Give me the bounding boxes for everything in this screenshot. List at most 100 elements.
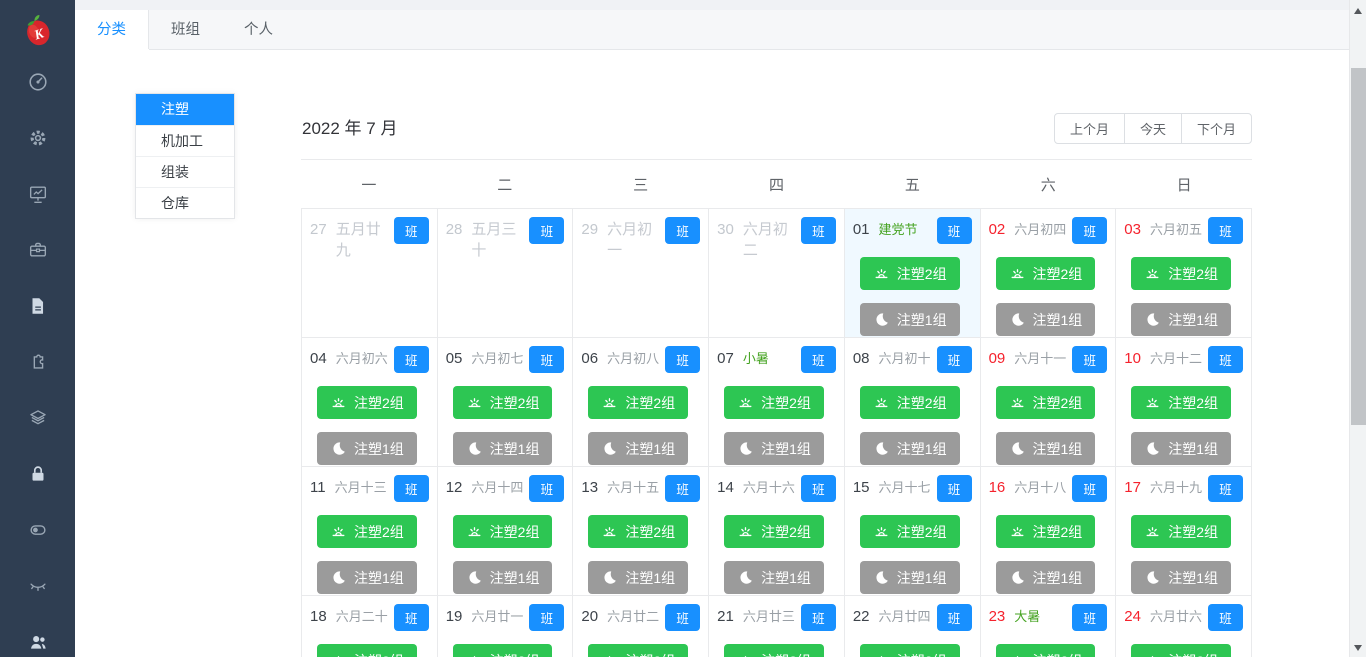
eye-closed-icon[interactable]: [26, 575, 50, 597]
toggle-icon[interactable]: [26, 519, 50, 541]
day-shift-button[interactable]: 注塑2组: [859, 386, 960, 419]
day-shift-button[interactable]: 注塑2组: [995, 257, 1096, 290]
day-shift-button[interactable]: 注塑2组: [1131, 257, 1231, 290]
night-shift-label: 注塑1组: [896, 569, 947, 586]
day-shift-button[interactable]: 注塑2组: [588, 644, 689, 657]
calendar-day-cell[interactable]: 11 六月十三班注塑2组 注塑1组: [302, 467, 438, 596]
day-shift-button[interactable]: 注塑2组: [588, 515, 689, 548]
day-shift-button[interactable]: 注塑2组: [724, 515, 824, 548]
dashboard-icon[interactable]: [26, 71, 50, 93]
calendar-day-cell[interactable]: 01 建党节 班注塑2组 注塑1组: [844, 209, 981, 338]
calendar-day-cell[interactable]: 30 六月初二班: [709, 209, 845, 338]
calendar-day-cell[interactable]: 14 六月十六班注塑2组 注塑1组: [709, 467, 845, 596]
calendar-day-cell[interactable]: 24六月廿六班注塑2组注塑1组: [1116, 596, 1252, 657]
shift-status-badge: 班: [1072, 346, 1108, 373]
night-shift-button[interactable]: 注塑1组: [317, 561, 417, 594]
calendar-day-cell[interactable]: 02 六月初四班注塑2组 注塑1组: [980, 209, 1117, 338]
calendar-day-cell[interactable]: 29 六月初一班: [573, 209, 710, 338]
night-shift-button[interactable]: 注塑1组: [859, 303, 960, 336]
day-shift-button[interactable]: 注塑2组: [1131, 515, 1231, 548]
day-shift-button[interactable]: 注塑2组: [452, 386, 553, 419]
day-shift-button[interactable]: 注塑2组: [1131, 644, 1231, 657]
calendar-day-cell[interactable]: 18六月二十班注塑2组注塑1组: [302, 596, 438, 657]
day-shift-button[interactable]: 注塑2组: [995, 644, 1096, 657]
category-item-3[interactable]: 组装: [136, 156, 234, 187]
calendar-day-cell[interactable]: 08 六月初十班注塑2组 注塑1组: [844, 338, 981, 467]
calendar-day-cell[interactable]: 16 六月十八班注塑2组 注塑1组: [980, 467, 1117, 596]
app-logo[interactable]: K: [14, 5, 62, 55]
calendar-day-cell[interactable]: 05 六月初七班注塑2组 注塑1组: [437, 338, 574, 467]
day-shift-button[interactable]: 注塑2组: [588, 386, 689, 419]
monitor-chart-icon[interactable]: [26, 183, 50, 205]
calendar-day-cell[interactable]: 15 六月十七班注塑2组 注塑1组: [844, 467, 981, 596]
day-shift-button[interactable]: 注塑2组: [724, 386, 824, 419]
category-item-1[interactable]: 注塑: [136, 94, 234, 125]
calendar-day-cell[interactable]: 07 小暑 班注塑2组 注塑1组: [709, 338, 845, 467]
today-button[interactable]: 今天: [1123, 113, 1182, 144]
calendar-day-cell[interactable]: 17 六月十九班注塑2组 注塑1组: [1116, 467, 1252, 596]
calendar-day-cell[interactable]: 12 六月十四班注塑2组 注塑1组: [437, 467, 574, 596]
night-shift-button[interactable]: 注塑1组: [995, 432, 1096, 465]
night-shift-button[interactable]: 注塑1组: [724, 561, 824, 594]
category-item-4[interactable]: 仓库: [136, 187, 234, 218]
category-item-2[interactable]: 机加工: [136, 125, 234, 156]
day-shift-button[interactable]: 注塑2组: [452, 644, 553, 657]
calendar-day-cell[interactable]: 04 六月初六班注塑2组 注塑1组: [302, 338, 438, 467]
night-shift-button[interactable]: 注塑1组: [1131, 303, 1231, 336]
settings-gear-icon[interactable]: [26, 127, 50, 149]
day-shift-button[interactable]: 注塑2组: [859, 515, 960, 548]
prev-month-button[interactable]: 上个月: [1053, 113, 1125, 144]
day-shift-button[interactable]: 注塑2组: [452, 515, 553, 548]
night-shift-button[interactable]: 注塑1组: [724, 432, 824, 465]
calendar-day-cell[interactable]: 21六月廿三班注塑2组注塑1组: [709, 596, 845, 657]
night-shift-button[interactable]: 注塑1组: [1131, 561, 1231, 594]
tab-3[interactable]: 个人: [222, 10, 295, 49]
calendar-day-cell[interactable]: 19六月廿一班注塑2组注塑1组: [437, 596, 574, 657]
day-shift-button[interactable]: 注塑2组: [317, 515, 417, 548]
shift-status-badge: 班: [936, 346, 972, 373]
calendar-day-cell[interactable]: 20六月廿二班注塑2组注塑1组: [573, 596, 710, 657]
calendar-day-cell[interactable]: 28 五月三十班: [437, 209, 574, 338]
briefcase-icon[interactable]: [26, 239, 50, 261]
night-shift-button[interactable]: 注塑1组: [588, 432, 689, 465]
day-shift-button[interactable]: 注塑2组: [317, 386, 417, 419]
day-shift-button[interactable]: 注塑2组: [859, 644, 960, 657]
day-shift-button[interactable]: 注塑2组: [317, 644, 417, 657]
scroll-down-arrow-icon[interactable]: [1354, 645, 1362, 651]
night-shift-button[interactable]: 注塑1组: [1131, 432, 1231, 465]
vertical-scrollbar[interactable]: [1349, 0, 1366, 657]
day-shift-button[interactable]: 注塑2组: [859, 257, 960, 290]
document-icon[interactable]: [26, 295, 50, 317]
calendar-day-cell[interactable]: 23大暑班注塑2组注塑1组: [980, 596, 1117, 657]
calendar-day-cell[interactable]: 22六月廿四班注塑2组注塑1组: [844, 596, 981, 657]
users-icon[interactable]: [26, 631, 50, 653]
calendar-day-cell[interactable]: 06 六月初八班注塑2组 注塑1组: [573, 338, 710, 467]
night-shift-button[interactable]: 注塑1组: [995, 303, 1096, 336]
night-shift-button[interactable]: 注塑1组: [452, 432, 553, 465]
calendar-day-cell[interactable]: 10 六月十二班注塑2组 注塑1组: [1116, 338, 1252, 467]
calendar-day-cell[interactable]: 13 六月十五班注塑2组 注塑1组: [573, 467, 710, 596]
night-shift-button[interactable]: 注塑1组: [317, 432, 417, 465]
night-shift-button[interactable]: 注塑1组: [995, 561, 1096, 594]
tab-1[interactable]: 分类: [75, 10, 149, 49]
day-shift-label: 注塑2组: [1168, 394, 1219, 411]
tab-2[interactable]: 班组: [149, 10, 222, 49]
next-month-button[interactable]: 下个月: [1180, 113, 1252, 144]
night-shift-button[interactable]: 注塑1组: [859, 561, 960, 594]
day-shift-button[interactable]: 注塑2组: [1131, 386, 1231, 419]
night-shift-button[interactable]: 注塑1组: [588, 561, 689, 594]
day-shift-button[interactable]: 注塑2组: [724, 644, 824, 657]
night-shift-button[interactable]: 注塑1组: [859, 432, 960, 465]
scrollbar-thumb[interactable]: [1351, 68, 1366, 425]
day-shift-button[interactable]: 注塑2组: [995, 386, 1096, 419]
lock-icon[interactable]: [26, 463, 50, 485]
day-shift-button[interactable]: 注塑2组: [995, 515, 1096, 548]
night-shift-button[interactable]: 注塑1组: [452, 561, 553, 594]
puzzle-icon[interactable]: [26, 351, 50, 373]
layers-icon[interactable]: [26, 407, 50, 429]
day-cell-header: 24 六月廿六班: [1124, 604, 1243, 631]
calendar-day-cell[interactable]: 09 六月十一班注塑2组 注塑1组: [980, 338, 1117, 467]
scroll-up-arrow-icon[interactable]: [1354, 8, 1362, 14]
calendar-day-cell[interactable]: 03 六月初五班注塑2组 注塑1组: [1116, 209, 1252, 338]
calendar-day-cell[interactable]: 27 五月廿九班: [302, 209, 438, 338]
